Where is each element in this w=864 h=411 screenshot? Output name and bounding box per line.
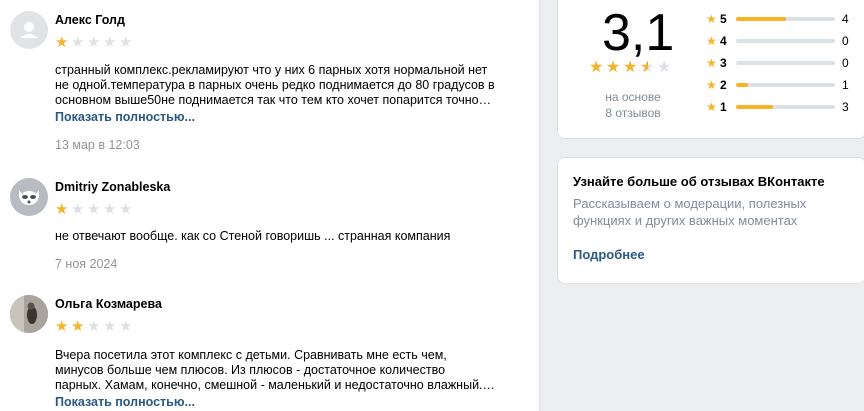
review-text: Вчера посетила этот комплекс с детьми. С… [55, 348, 496, 392]
average-rating: 3,1 [602, 4, 675, 62]
info-text: Рассказываем о модерации, полезных функц… [573, 196, 807, 228]
star-empty-icon: ★ [71, 34, 84, 51]
star-empty-icon: ★ [119, 34, 132, 51]
based-on-label: на основе [605, 90, 661, 104]
reviews-count: 8 отзывов [605, 106, 661, 120]
star-icon: ★ [706, 56, 717, 70]
star-filled-icon: ★ [55, 201, 68, 218]
star-empty-icon: ★ [87, 201, 100, 218]
review-rating-stars: ★ ★ ★ ★ ★ [55, 35, 135, 50]
star-empty-icon: ★ [119, 318, 132, 335]
rating-row-count: 4 [842, 12, 849, 26]
review-author[interactable]: Ольга Козмарева [55, 297, 162, 311]
review-date[interactable]: 13 мар в 12:03 [55, 138, 140, 152]
rating-row-bar-fill [736, 17, 786, 21]
star-half-icon: ★ ★ [640, 59, 654, 76]
star-filled-icon: ★ [71, 318, 84, 335]
rating-row-bar [736, 61, 835, 65]
star-empty-icon: ★ [87, 34, 100, 51]
review-author[interactable]: Алекс Голд [55, 13, 125, 27]
rating-row-count: 3 [842, 100, 849, 114]
rating-row-stars: 5 [720, 12, 727, 26]
review-author[interactable]: Dmitriy Zonableska [55, 180, 170, 194]
show-more-link[interactable]: Показать полностью... [55, 395, 195, 409]
raccoon-avatar-icon [10, 178, 48, 216]
rating-row-bar [736, 105, 835, 109]
star-empty-icon: ★ [657, 59, 671, 76]
avatar[interactable] [10, 178, 48, 216]
rating-row-5[interactable]: ★ 5 4 [706, 12, 856, 26]
star-empty-icon: ★ [119, 201, 132, 218]
rating-row-bar-fill [736, 105, 774, 109]
rating-row-1[interactable]: ★ 1 3 [706, 100, 856, 114]
star-empty-icon: ★ [103, 318, 116, 335]
review-text: не отвечают вообще. как со Стеной говори… [55, 229, 451, 243]
info-card: Узнайте больше об отзывах ВКонтакте Расс… [557, 157, 864, 284]
star-empty-icon: ★ [87, 318, 100, 335]
star-filled-icon: ★ ★ [623, 59, 637, 76]
review-rating-stars: ★ ★ ★ ★ ★ [55, 319, 135, 334]
rating-row-4[interactable]: ★ 4 0 [706, 34, 856, 48]
star-icon: ★ [706, 12, 717, 26]
rating-row-bar-fill [736, 83, 749, 87]
star-empty-icon: ★ [71, 201, 84, 218]
star-filled-icon: ★ [55, 34, 68, 51]
rating-row-bar [736, 83, 835, 87]
star-empty-icon: ★ [103, 201, 116, 218]
rating-row-2[interactable]: ★ 2 1 [706, 78, 856, 92]
star-filled-icon: ★ [55, 318, 68, 335]
average-rating-stars: ★ ★ ★ ★ ★ ★ ★ ★ ★ [589, 60, 674, 76]
user-photo-icon [10, 295, 48, 333]
show-more-link[interactable]: Показать полностью... [55, 110, 195, 124]
reviews-list: Алекс Голд ★ ★ ★ ★ ★ странный комплекс.рекла… [0, 0, 540, 411]
star-filled-icon: ★ ★ [589, 59, 603, 76]
star-icon: ★ [706, 34, 717, 48]
rating-row-stars: 4 [720, 34, 727, 48]
rating-row-bar [736, 39, 835, 43]
review-item: Ольга Козмарева ★ ★ ★ ★ ★ Вчера посетила это… [10, 295, 530, 411]
star-filled-icon: ★ ★ [606, 59, 620, 76]
rating-row-stars: 1 [720, 100, 727, 114]
rating-row-stars: 3 [720, 56, 727, 70]
rating-row-count: 0 [842, 34, 849, 48]
rating-row-stars: 2 [720, 78, 727, 92]
user-placeholder-icon [20, 22, 38, 38]
star-icon: ★ [706, 78, 717, 92]
review-item: Алекс Голд ★ ★ ★ ★ ★ странный комплекс.рекла… [10, 11, 530, 156]
rating-row-bar [736, 17, 835, 21]
rating-row-3[interactable]: ★ 3 0 [706, 56, 856, 70]
rating-row-count: 1 [842, 78, 849, 92]
review-text: странный комплекс.рекламируют что у них … [55, 63, 495, 107]
learn-more-link[interactable]: Подробнее [573, 247, 645, 262]
review-rating-stars: ★ ★ ★ ★ ★ [55, 202, 135, 217]
review-date[interactable]: 7 ноя 2024 [55, 257, 117, 271]
star-icon: ★ [706, 100, 717, 114]
rating-row-count: 0 [842, 56, 849, 70]
rating-summary-card: 3,1 ★ ★ ★ ★ ★ ★ ★ ★ ★ на основе 8 отзывов ★ 5 4 ★ 4 0… [557, 0, 864, 139]
review-item: Dmitriy Zonableska ★ ★ ★ ★ ★ не отвечают воо… [10, 178, 530, 273]
info-title: Узнайте больше об отзывах ВКонтакте [573, 174, 825, 189]
avatar[interactable] [10, 11, 48, 49]
avatar[interactable] [10, 295, 48, 333]
star-empty-icon: ★ [103, 34, 116, 51]
